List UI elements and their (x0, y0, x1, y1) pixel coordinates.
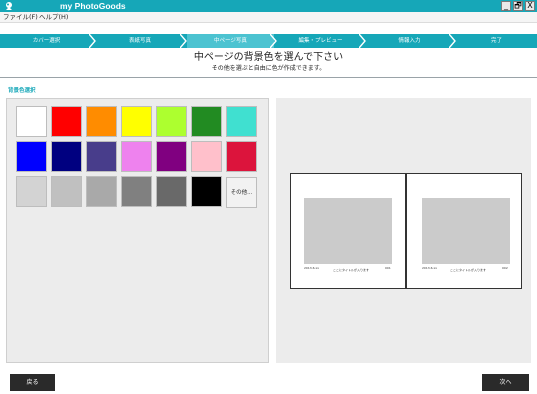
color-swatch[interactable] (86, 176, 117, 207)
step-edit-preview[interactable]: 編集・プレビュー (277, 34, 364, 48)
color-swatch[interactable] (16, 106, 47, 137)
color-swatch[interactable] (121, 141, 152, 172)
step-inner-photo[interactable]: 中ページ写真 (187, 34, 274, 48)
app-title: my PhotoGoods (60, 1, 126, 11)
color-swatch[interactable] (51, 176, 82, 207)
step-cover-photo[interactable]: 表紙写真 (96, 34, 184, 48)
color-swatch[interactable] (86, 106, 117, 137)
page-date: 2013.6.xx (422, 266, 438, 270)
color-swatch[interactable] (226, 141, 257, 172)
photo-placeholder (422, 198, 510, 264)
divider (0, 77, 537, 78)
step-navigation: カバー選択 表紙写真 中ページ写真 編集・プレビュー 情報入力 完了 (0, 34, 537, 48)
title-bar: my PhotoGoods _ 🗗 X (0, 0, 537, 12)
color-swatch[interactable] (121, 176, 152, 207)
color-swatch[interactable] (16, 141, 47, 172)
color-swatch[interactable] (121, 106, 152, 137)
color-swatch[interactable] (191, 106, 222, 137)
page-caption: ここにタイトルが入ります (450, 268, 487, 272)
color-swatch[interactable] (16, 176, 47, 207)
step-complete[interactable]: 完了 (456, 34, 537, 48)
app-logo-icon (6, 2, 12, 10)
back-button[interactable]: 戻る (10, 374, 55, 391)
menu-bar: ファイル(F) ヘルプ(H) (0, 12, 537, 23)
more-colors-button[interactable]: その他... (226, 177, 257, 208)
section-label: 背景色選択 (8, 88, 36, 94)
color-swatch[interactable] (51, 106, 82, 137)
close-button[interactable]: X (525, 1, 535, 11)
page-number: 002 (502, 266, 508, 270)
page-subtitle: その他を選ぶと自由に色が作成できます。 (211, 65, 326, 72)
next-button[interactable]: 次へ (482, 374, 529, 391)
color-swatch[interactable] (51, 141, 82, 172)
preview-page-right: 2013.6.xx ここにタイトルが入ります 002 (406, 173, 522, 289)
step-cover-select[interactable]: カバー選択 (0, 34, 93, 48)
color-swatch[interactable] (191, 176, 222, 207)
color-swatch[interactable] (86, 141, 117, 172)
menu-help[interactable]: ヘルプ(H) (39, 13, 68, 22)
menu-file[interactable]: ファイル(F) (3, 13, 38, 22)
color-swatch[interactable] (191, 141, 222, 172)
step-info-input[interactable]: 情報入力 (366, 34, 453, 48)
page-number: 001 (385, 266, 391, 270)
restore-button[interactable]: 🗗 (513, 1, 523, 11)
page-title: 中ページの背景色を選んで下さい (193, 52, 344, 63)
page-caption: ここにタイトルが入ります (333, 268, 370, 272)
color-swatch[interactable] (156, 141, 187, 172)
color-swatch[interactable] (156, 176, 187, 207)
minimize-button[interactable]: _ (501, 1, 511, 11)
color-swatch[interactable] (226, 106, 257, 137)
color-swatch[interactable] (156, 106, 187, 137)
preview-page-left: 2013.6.xx ここにタイトルが入ります 001 (290, 173, 406, 289)
photo-placeholder (304, 198, 392, 264)
color-palette-panel: その他... (6, 98, 269, 363)
page-date: 2013.6.xx (304, 266, 320, 270)
